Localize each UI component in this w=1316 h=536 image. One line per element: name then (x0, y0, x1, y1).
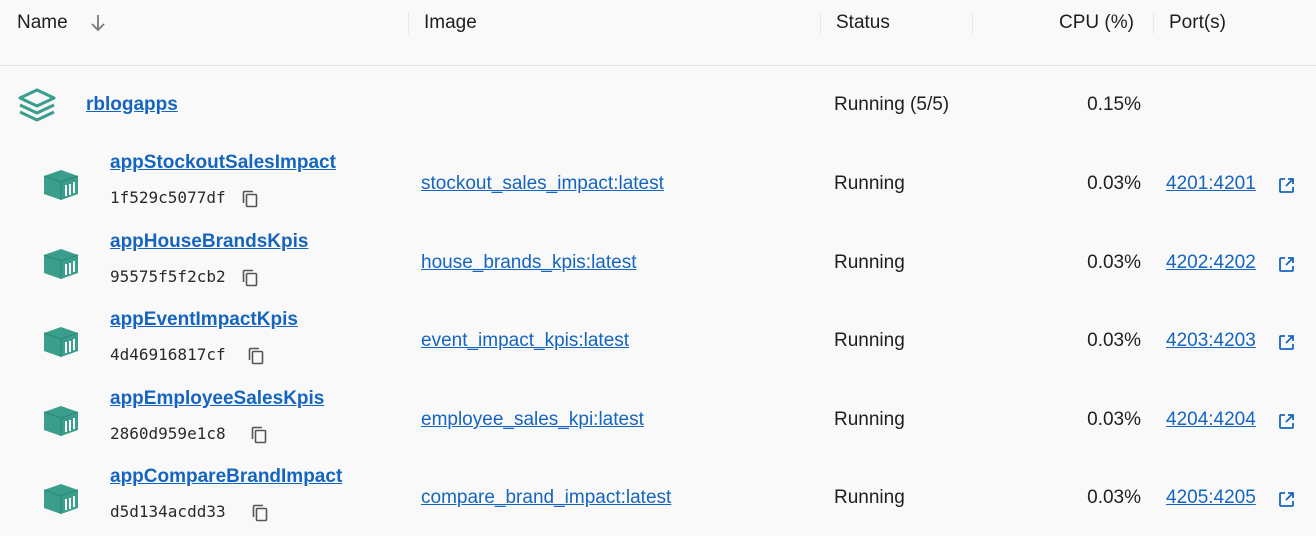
copy-icon[interactable] (248, 347, 264, 365)
image-link[interactable]: house_brands_kpis:latest (421, 251, 636, 275)
port-link[interactable]: 4202:4202 (1166, 251, 1256, 275)
port-link[interactable]: 4201:4201 (1166, 172, 1256, 196)
external-link-icon[interactable] (1278, 177, 1295, 194)
container-icon (43, 170, 79, 200)
image-link[interactable]: event_impact_kpis:latest (421, 329, 629, 353)
copy-icon[interactable] (242, 190, 258, 208)
copy-icon[interactable] (251, 426, 267, 444)
container-name-link[interactable]: appCompareBrandImpact (110, 465, 342, 489)
column-header-ports[interactable]: Port(s) (1169, 11, 1226, 35)
container-id: 2860d959e1c8 (110, 424, 226, 443)
external-link-icon[interactable] (1278, 491, 1295, 508)
container-cpu: 0.03% (1087, 409, 1141, 430)
column-divider[interactable] (408, 12, 409, 34)
group-cpu: 0.15% (1087, 94, 1141, 115)
container-status: Running (834, 173, 905, 194)
container-status: Running (834, 409, 905, 430)
container-status: Running (834, 252, 905, 273)
image-link[interactable]: compare_brand_impact:latest (421, 486, 671, 510)
container-name-link[interactable]: appStockoutSalesImpact (110, 151, 336, 175)
external-link-icon[interactable] (1278, 413, 1295, 430)
container-id: 4d46916817cf (110, 345, 226, 364)
copy-icon[interactable] (242, 269, 258, 287)
container-name-link[interactable]: appEmployeeSalesKpis (110, 387, 324, 411)
container-icon (43, 484, 79, 514)
column-header-status[interactable]: Status (836, 11, 890, 35)
external-link-icon[interactable] (1278, 256, 1295, 273)
column-header-name[interactable]: Name (17, 11, 68, 35)
column-divider[interactable] (820, 12, 821, 34)
group-name-link[interactable]: rblogapps (86, 93, 178, 117)
column-header-image[interactable]: Image (424, 11, 477, 35)
column-divider[interactable] (1153, 12, 1154, 34)
column-header-cpu[interactable]: CPU (%) (1059, 11, 1134, 35)
column-divider[interactable] (972, 12, 973, 34)
image-link[interactable]: employee_sales_kpi:latest (421, 408, 644, 432)
container-cpu: 0.03% (1087, 487, 1141, 508)
port-link[interactable]: 4204:4204 (1166, 408, 1256, 432)
stack-layers-icon (18, 88, 56, 122)
copy-icon[interactable] (252, 504, 268, 522)
container-icon (43, 327, 79, 357)
sort-arrow-down-icon[interactable] (89, 12, 107, 34)
image-link[interactable]: stockout_sales_impact:latest (421, 172, 664, 196)
port-link[interactable]: 4205:4205 (1166, 486, 1256, 510)
container-cpu: 0.03% (1087, 173, 1141, 194)
table-header: Name Image Status CPU (%) Port(s) (0, 0, 1316, 66)
container-icon (43, 406, 79, 436)
container-status: Running (834, 330, 905, 351)
container-id: d5d134acdd33 (110, 502, 226, 521)
external-link-icon[interactable] (1278, 334, 1295, 351)
container-name-link[interactable]: appHouseBrandsKpis (110, 230, 308, 254)
container-id: 95575f5f2cb2 (110, 267, 226, 286)
port-link[interactable]: 4203:4203 (1166, 329, 1256, 353)
container-status: Running (834, 487, 905, 508)
container-name-link[interactable]: appEventImpactKpis (110, 308, 298, 332)
container-icon (43, 249, 79, 279)
container-cpu: 0.03% (1087, 252, 1141, 273)
container-id: 1f529c5077df (110, 188, 226, 207)
container-cpu: 0.03% (1087, 330, 1141, 351)
group-status: Running (5/5) (834, 94, 950, 115)
